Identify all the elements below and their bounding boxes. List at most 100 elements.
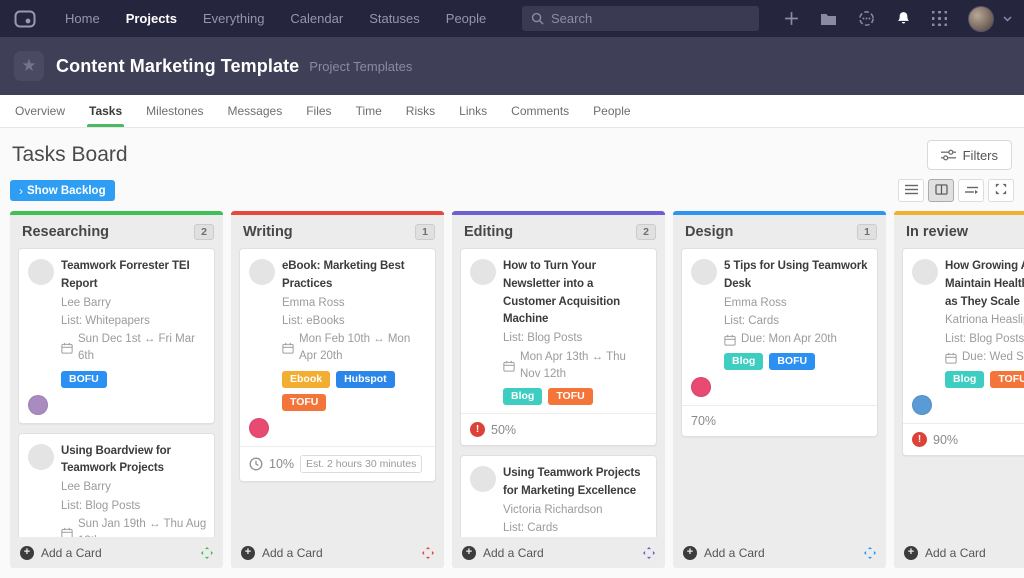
column-header: Design1	[673, 215, 886, 248]
move-column-icon[interactable]	[422, 547, 434, 559]
global-search[interactable]	[522, 6, 759, 31]
nav-item-projects[interactable]: Projects	[113, 0, 190, 37]
add-card-button[interactable]: +Add a Card	[20, 546, 102, 560]
assignee-placeholder-avatar	[28, 444, 54, 470]
card-tags: Blog TOFU	[945, 371, 1024, 388]
tab-messages[interactable]: Messages	[216, 95, 295, 127]
folder-icon[interactable]	[820, 12, 837, 26]
column-card-list: Teamwork Forrester TEI ReportLee BarryLi…	[10, 248, 223, 537]
list-view-button[interactable]	[898, 179, 924, 202]
board-view-button[interactable]	[928, 179, 954, 202]
card-dates-text: Sun Dec 1st ↔ Fri Mar 6th	[78, 331, 207, 366]
card-progress-row: 70%	[691, 406, 870, 428]
assignee-placeholder-avatar	[691, 259, 717, 285]
tag-hubspot[interactable]: Hubspot	[336, 371, 395, 388]
tag-bofu[interactable]: BOFU	[769, 353, 815, 370]
app-window: HomeProjectsEverythingCalendarStatusesPe…	[0, 0, 1024, 578]
chevron-down-icon[interactable]	[1003, 16, 1012, 22]
card-title: Using Boardview for Teamwork Projects	[61, 443, 207, 479]
clock-icon	[249, 457, 263, 471]
tab-milestones[interactable]: Milestones	[134, 95, 215, 127]
filters-button[interactable]: Filters	[927, 140, 1012, 170]
card-progress-row: !50%	[470, 414, 649, 437]
nav-item-calendar[interactable]: Calendar	[277, 0, 356, 37]
calendar-icon	[61, 527, 73, 537]
tab-people[interactable]: People	[581, 95, 642, 127]
tag-blog[interactable]: Blog	[724, 353, 763, 370]
tab-overview[interactable]: Overview	[3, 95, 77, 127]
card-assignee: Emma Ross	[282, 295, 428, 312]
move-column-icon[interactable]	[201, 547, 213, 559]
tag-tofu[interactable]: TOFU	[990, 371, 1024, 388]
add-card-button[interactable]: +Add a Card	[462, 546, 544, 560]
add-card-label: Add a Card	[41, 546, 102, 560]
task-card[interactable]: Using Teamwork Projects for Marketing Ex…	[460, 455, 657, 537]
tab-comments[interactable]: Comments	[499, 95, 581, 127]
task-card[interactable]: How to Turn Your Newsletter into a Custo…	[460, 248, 657, 446]
nav-item-everything[interactable]: Everything	[190, 0, 277, 37]
plus-icon[interactable]	[784, 11, 799, 26]
nav-item-home[interactable]: Home	[52, 0, 113, 37]
card-title: eBook: Marketing Best Practices	[282, 258, 428, 294]
tab-links[interactable]: Links	[447, 95, 499, 127]
card-dates: Mon Apr 13th ↔ Thu Nov 12th	[503, 349, 649, 384]
user-avatar[interactable]	[968, 6, 994, 32]
column-footer: +Add a Card	[452, 537, 665, 568]
add-card-button[interactable]: +Add a Card	[241, 546, 323, 560]
card-top: Using Teamwork Projects for Marketing Ex…	[470, 465, 649, 537]
card-dates-text: Due: Wed Sep 30th	[962, 349, 1024, 366]
column-title: Writing	[243, 224, 293, 240]
tab-time[interactable]: Time	[344, 95, 394, 127]
tag-tofu[interactable]: TOFU	[548, 388, 592, 405]
card-assignee: Lee Barry	[61, 295, 207, 312]
column-title: Researching	[22, 224, 109, 240]
add-card-button[interactable]: +Add a Card	[904, 546, 986, 560]
gantt-view-button[interactable]	[958, 179, 984, 202]
card-title: 5 Tips for Using Teamwork Desk	[724, 258, 870, 294]
card-title: How Growing Agencies Maintain Healthy Ma…	[945, 258, 1024, 311]
task-card[interactable]: 5 Tips for Using Teamwork DeskEmma RossL…	[681, 248, 878, 437]
chat-icon[interactable]	[858, 10, 875, 27]
tag-blog[interactable]: Blog	[945, 371, 984, 388]
card-title: How to Turn Your Newsletter into a Custo…	[503, 258, 649, 329]
add-card-button[interactable]: +Add a Card	[683, 546, 765, 560]
card-list-name: List: Cards	[724, 313, 870, 330]
move-column-icon[interactable]	[643, 547, 655, 559]
calendar-icon	[61, 342, 73, 354]
task-card[interactable]: Teamwork Forrester TEI ReportLee BarryLi…	[18, 248, 215, 424]
top-nav-right	[522, 6, 1012, 32]
fullscreen-button[interactable]	[988, 179, 1014, 202]
nav-item-statuses[interactable]: Statuses	[356, 0, 433, 37]
tag-tofu[interactable]: TOFU	[282, 394, 326, 411]
task-card[interactable]: Using Boardview for Teamwork ProjectsLee…	[18, 433, 215, 537]
search-input[interactable]	[551, 11, 750, 26]
show-backlog-button[interactable]: › Show Backlog	[10, 180, 115, 201]
assignee-avatar	[691, 377, 711, 397]
card-top: How Growing Agencies Maintain Healthy Ma…	[912, 258, 1024, 388]
tab-tasks[interactable]: Tasks	[77, 95, 134, 127]
view-toggle-group	[898, 179, 1014, 202]
column-header: In review	[894, 215, 1024, 248]
tag-blog[interactable]: Blog	[503, 388, 542, 405]
card-list-name: List: Blog Posts	[503, 330, 649, 347]
show-backlog-label: Show Backlog	[27, 185, 106, 197]
column-count-badge: 1	[415, 224, 435, 240]
tag-bofu[interactable]: BOFU	[61, 371, 107, 388]
apps-grid-icon[interactable]	[932, 11, 947, 26]
gantt-view-icon	[965, 183, 978, 198]
tab-files[interactable]: Files	[294, 95, 343, 127]
move-column-icon[interactable]	[864, 547, 876, 559]
teamwork-logo-icon[interactable]	[12, 6, 38, 32]
task-card[interactable]: eBook: Marketing Best PracticesEmma Ross…	[239, 248, 436, 482]
project-star-icon[interactable]: ★	[14, 51, 44, 81]
add-card-label: Add a Card	[483, 546, 544, 560]
bell-icon[interactable]	[896, 11, 911, 27]
title-row: Tasks Board Filters	[10, 136, 1014, 170]
nav-item-people[interactable]: People	[433, 0, 499, 37]
tag-ebook[interactable]: Ebook	[282, 371, 330, 388]
tab-risks[interactable]: Risks	[394, 95, 447, 127]
card-top: Using Boardview for Teamwork ProjectsLee…	[28, 443, 207, 537]
task-card[interactable]: How Growing Agencies Maintain Healthy Ma…	[902, 248, 1024, 456]
board-column-design: Design15 Tips for Using Teamwork DeskEmm…	[673, 211, 886, 568]
card-assignee: Lee Barry	[61, 479, 207, 496]
